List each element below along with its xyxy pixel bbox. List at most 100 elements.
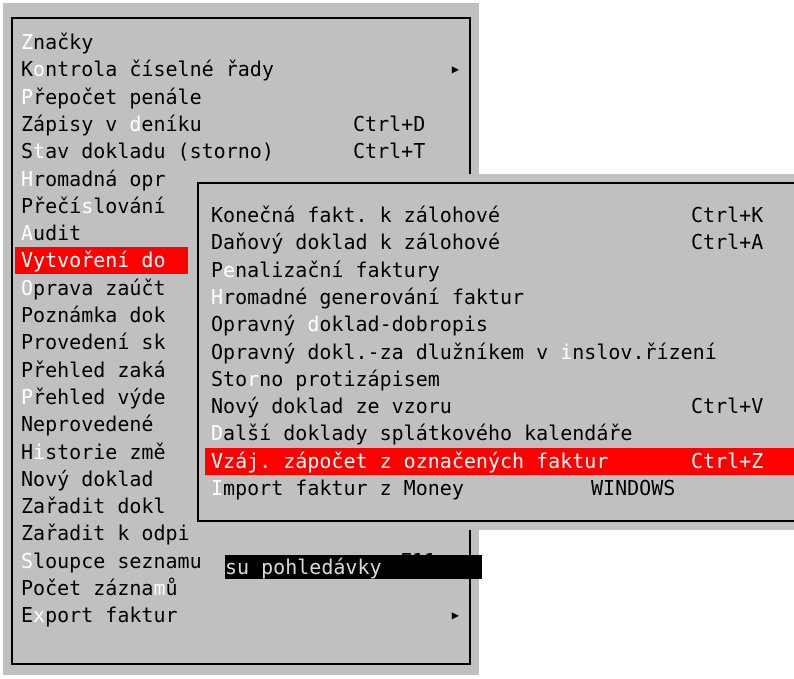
main_menu-item[interactable]: Stav dokladu (storno) Ctrl+T — [15, 138, 467, 165]
hotkey-letter: P — [21, 84, 34, 109]
sub_menu-item-label: Opravný doklad-dobropis — [211, 311, 488, 338]
label-text: no protizápisem — [259, 366, 440, 391]
sub_menu-item-label: Import faktur z Money — [211, 475, 464, 502]
main_menu-item-label: Hromadná opr — [21, 166, 166, 193]
hotkey-letter: e — [223, 257, 236, 282]
label-text: Opravný — [211, 312, 308, 337]
sub_menu-item-label: Další doklady splátkového kalendáře — [211, 420, 632, 447]
label-text: Sto — [211, 366, 248, 391]
label-text: av dokladu (storno) — [45, 139, 274, 164]
hotkey-letter: I — [211, 476, 224, 500]
main_menu-item-label: Zařadit k odpi — [21, 520, 190, 547]
sub_menu-item-label: Opravný dokl.-za dlužníkem v inslov.říze… — [211, 339, 717, 366]
label-text: Neprovedené — [21, 412, 166, 437]
label-text: Daňový doklad k zálohové — [211, 230, 500, 255]
sub_menu-item-label: Vzáj. zápočet z označených faktur — [211, 448, 608, 475]
shortcut-text: Ctrl+D — [353, 111, 426, 136]
sub_menu-item-label: Nový doklad ze vzoru — [211, 393, 452, 420]
main_menu-item-label: Vytvoření do — [21, 247, 166, 274]
sub_menu-item[interactable]: Opravný dokl.-za dlužníkem v inslov.říze… — [205, 339, 794, 366]
sub_menu-item[interactable]: Import faktur z Money WINDOWS — [205, 475, 794, 502]
hotkey-letter: P — [21, 384, 34, 409]
main_menu-item-label: Přepočet penále — [21, 84, 202, 111]
hotkey-letter: x — [33, 603, 46, 628]
label-text: Opravný dokl.-za dlužníkem v — [211, 339, 561, 364]
label-text: udit — [33, 221, 82, 246]
label-text: prava zaúčt — [33, 275, 166, 300]
label-text: Přehled zaká — [21, 357, 166, 382]
label-text: Zařadit dokl — [21, 494, 166, 519]
main_menu-item-label: Oprava zaúčt — [21, 275, 166, 302]
main_menu-item-label: Historie změ — [21, 439, 166, 466]
label-text: Provedení sk — [21, 330, 166, 355]
triangle-right-icon: ▶ — [451, 608, 459, 623]
sub_menu-item[interactable]: Storno protizápisem — [205, 366, 794, 393]
main_menu-item[interactable]: Export faktur ▶ — [15, 602, 467, 629]
label-text: Nový doklad — [21, 466, 166, 491]
main_menu-item-label: Počet záznamů — [21, 575, 178, 602]
label-text: eníku — [141, 111, 202, 136]
main_menu-item-label: Neprovedené — [21, 411, 166, 438]
sub_menu-item[interactable]: Vzáj. zápočet z označených faktur Ctrl+Z — [205, 447, 794, 475]
sub_menu-item[interactable]: Daňový doklad k zálohové Ctrl+A — [205, 229, 794, 256]
main_menu-item-label: Značky — [21, 29, 93, 56]
hotkey-letter: H — [211, 284, 224, 309]
label-text: K — [21, 57, 34, 82]
label-text: ů — [165, 576, 178, 600]
hotkey-letter: d — [307, 312, 320, 337]
main_menu-item-label: Přehled výde — [21, 384, 166, 411]
label-text: E — [21, 603, 34, 628]
label-text: H — [21, 439, 34, 464]
main_menu-item-label: Přečíslování — [21, 193, 166, 220]
label-text: loupce seznamu — [33, 548, 202, 573]
sub_menu-item[interactable]: Penalizační faktury — [205, 257, 794, 284]
hotkey-letter: D — [211, 421, 224, 446]
label-text: P — [211, 257, 224, 282]
label-text: alší doklady splátkového kalendáře — [223, 421, 633, 446]
shortcut-text: Ctrl+K — [691, 203, 764, 227]
label-text: romadné generování faktur — [223, 284, 525, 309]
sub_menu-item[interactable]: Opravný doklad-dobropis — [205, 311, 794, 338]
shortcut-text: WINDOWS — [591, 476, 676, 500]
hotkey-letter: H — [21, 166, 34, 191]
main_menu-item-label: Export faktur — [21, 602, 178, 629]
label-text: oklad-dobropis — [319, 312, 488, 337]
label-text: Přečí — [21, 193, 82, 218]
label-text: Konečná fakt. k zálohové — [211, 203, 500, 227]
hotkey-letter: s — [81, 193, 94, 218]
sub_menu-item-label: Penalizační faktury — [211, 257, 440, 284]
main_menu-item-label: Provedení sk — [21, 329, 166, 356]
shortcut-text: Ctrl+Z — [691, 448, 764, 473]
main_menu-item[interactable]: Značky — [15, 29, 467, 56]
main_menu-item[interactable]: Kontrola číselné řady ▶ — [15, 56, 467, 83]
hotkey-letter: r — [247, 366, 260, 391]
hotkey-letter: O — [21, 275, 34, 300]
label-text: Vytvoření do — [21, 248, 166, 273]
hotkey-letter: S — [21, 548, 34, 573]
label-text: ntrola číselné řady — [45, 57, 274, 82]
sub_menu-item[interactable]: Nový doklad ze vzoru Ctrl+V — [205, 393, 794, 420]
hotkey-letter: A — [21, 221, 34, 246]
sub_menu-item[interactable]: Další doklady splátkového kalendáře — [205, 420, 794, 447]
hotkey-letter: i — [33, 439, 46, 464]
hotkey-letter: Z — [21, 30, 34, 54]
main_menu-item[interactable]: Zápisy v deníku Ctrl+D — [15, 111, 467, 138]
label-text: Zápisy v — [21, 111, 130, 136]
label-text: Počet zázna — [21, 576, 154, 600]
main_menu-item[interactable]: Počet záznamů — [15, 575, 467, 602]
label-text: řepočet penále — [33, 84, 202, 109]
main_menu-item-label: Poznámka dok — [21, 302, 166, 329]
sub_menu-item[interactable]: Hromadné generování faktur — [205, 284, 794, 311]
hotkey-letter: t — [33, 139, 46, 164]
shortcut-text: Ctrl+T — [353, 139, 426, 164]
label-text: storie změ — [45, 439, 166, 464]
main_menu-item[interactable]: Přepočet penále — [15, 84, 467, 111]
hotkey-letter: d — [129, 111, 142, 136]
label-text: Zařadit k odpi — [21, 521, 190, 546]
main_menu-item-label: Nový doklad — [21, 466, 166, 493]
hotkey-letter: i — [560, 339, 573, 364]
sub_menu-item[interactable]: Konečná fakt. k zálohové Ctrl+K — [205, 202, 794, 229]
sub_menu-item-label: Daňový doklad k zálohové — [211, 229, 500, 256]
label-text: lování — [93, 193, 166, 218]
main_menu-item-label: Zařadit dokl — [21, 493, 166, 520]
